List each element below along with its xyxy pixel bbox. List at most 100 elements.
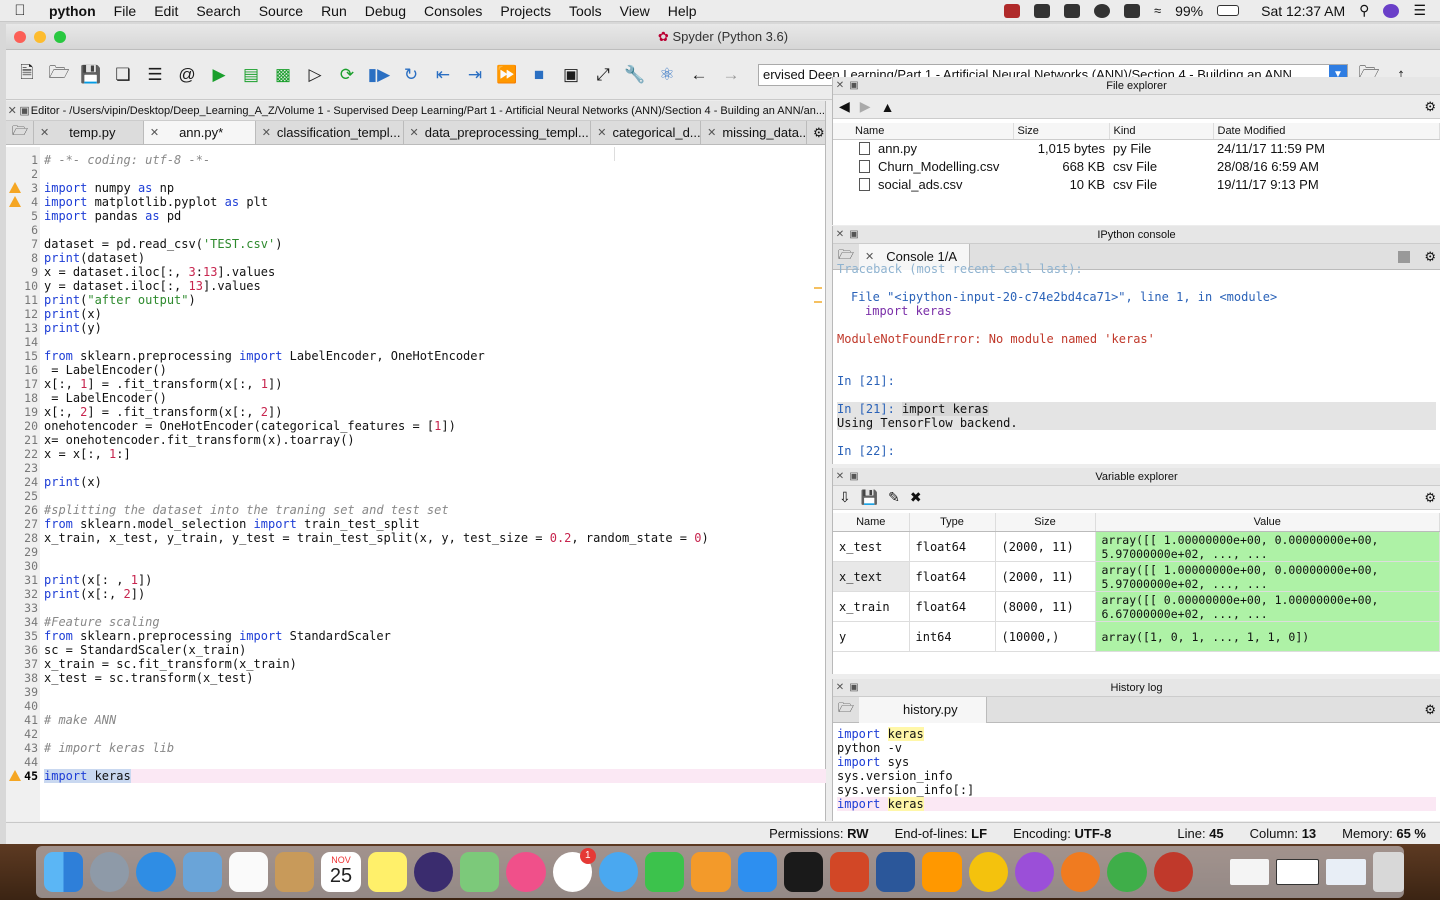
tab-classification-template[interactable]: ✕ classification_templ...: [256, 121, 404, 144]
minimized-window-1[interactable]: [1229, 859, 1270, 885]
save-data-icon[interactable]: 💾: [861, 489, 878, 506]
code-line[interactable]: print(x): [44, 307, 826, 321]
undock-pane-icon[interactable]: ▣: [18, 104, 30, 117]
browse-tabs-button[interactable]: 🗁: [6, 121, 34, 144]
code-line[interactable]: from sklearn.preprocessing import LabelE…: [44, 349, 826, 363]
code-line[interactable]: [44, 559, 826, 573]
tab-options-gear-icon[interactable]: ⚙: [807, 121, 825, 144]
python-path-icon[interactable]: ⚛: [654, 63, 680, 87]
code-line[interactable]: import keras: [44, 769, 826, 783]
preferences-wrench-icon[interactable]: 🔧: [622, 63, 648, 87]
history-text[interactable]: import keras python -v import sys sys.ve…: [833, 723, 1440, 815]
close-tab-icon[interactable]: ✕: [597, 126, 606, 139]
gear-icon[interactable]: ⚙: [1424, 99, 1436, 115]
box-icon[interactable]: [1033, 3, 1050, 18]
code-line[interactable]: x = dataset.iloc[:, 3:13].values: [44, 265, 826, 279]
undock-pane-icon[interactable]: ▣: [847, 471, 861, 482]
code-line[interactable]: from sklearn.preprocessing import Standa…: [44, 629, 826, 643]
code-line[interactable]: print(y): [44, 321, 826, 335]
photos-icon[interactable]: 1: [552, 848, 596, 892]
close-pane-icon[interactable]: ✕: [833, 471, 847, 482]
maps-icon[interactable]: [460, 852, 500, 892]
code-line[interactable]: = LabelEncoder(): [44, 363, 826, 377]
undock-pane-icon[interactable]: ▣: [847, 229, 861, 240]
code-line[interactable]: #splitting the dataset into the traning …: [44, 503, 826, 517]
col-size[interactable]: Size: [995, 513, 1096, 532]
code-line[interactable]: # -*- coding: utf-8 -*-: [44, 153, 826, 167]
close-tab-icon[interactable]: ✕: [410, 126, 419, 139]
warning-icon[interactable]: [9, 196, 21, 207]
menu-view[interactable]: View: [611, 3, 659, 19]
debug-icon[interactable]: ▮▶: [366, 63, 392, 87]
code-line[interactable]: x_train = sc.fit_transform(x_train): [44, 657, 826, 671]
menu-help[interactable]: Help: [659, 3, 706, 19]
tab-missing-data[interactable]: ✕ missing_data...: [701, 121, 807, 144]
step-return-icon[interactable]: ⇥: [462, 63, 488, 87]
code-line[interactable]: print(dataset): [44, 251, 826, 265]
close-tab-icon[interactable]: ✕: [707, 126, 716, 139]
tab-ann-py[interactable]: ✕ ann.py*: [143, 121, 256, 144]
variable-row[interactable]: y int64 (10000,) array([1, 0, 1, ..., 1,…: [833, 621, 1440, 652]
variable-row[interactable]: x_text float64 (2000, 11) array([[ 1.000…: [833, 561, 1440, 592]
col-date[interactable]: Date Modified: [1213, 123, 1440, 140]
code-line[interactable]: print(x[: , 1]): [44, 573, 826, 587]
at-icon[interactable]: @: [174, 63, 200, 87]
firefox-icon[interactable]: [1061, 852, 1101, 892]
console-output[interactable]: Traceback (most recent call last): File …: [833, 262, 1440, 458]
code-line[interactable]: [44, 489, 826, 503]
code-line[interactable]: x = x[:, 1:]: [44, 447, 826, 461]
messages-icon[interactable]: [598, 852, 639, 892]
music-icon[interactable]: [506, 852, 546, 892]
menu-search[interactable]: Search: [187, 3, 249, 19]
siri-icon[interactable]: [1383, 3, 1400, 18]
back-icon[interactable]: ◀: [839, 98, 850, 115]
undock-pane-icon[interactable]: ▣: [847, 80, 861, 91]
sublime-text-icon[interactable]: [922, 852, 962, 892]
code-line[interactable]: [44, 335, 826, 349]
open-folder-icon[interactable]: 🗁: [46, 63, 72, 87]
code-line[interactable]: #Feature scaling: [44, 615, 826, 629]
apple-icon[interactable]: : [0, 2, 40, 19]
fullscreen-icon[interactable]: ⤢: [590, 63, 616, 87]
code-line[interactable]: [44, 685, 826, 699]
siri-dock-icon[interactable]: [413, 852, 454, 892]
save-icon[interactable]: 💾: [78, 63, 104, 87]
stop-icon[interactable]: ■: [526, 63, 552, 87]
back-arrow-icon[interactable]: ←: [686, 63, 712, 87]
close-tab-icon[interactable]: ✕: [150, 126, 159, 139]
notification-center-icon[interactable]: ☰: [1413, 2, 1426, 19]
step-into-icon[interactable]: ⇤: [430, 63, 456, 87]
code-line[interactable]: [44, 167, 826, 181]
preview-icon[interactable]: [182, 852, 222, 892]
tab-categorical-data[interactable]: ✕ categorical_d...: [591, 121, 702, 144]
file-row[interactable]: Churn_Modelling.csv 668 KB csv File 28/0…: [833, 158, 1440, 176]
run-selection-icon[interactable]: ▷: [302, 63, 328, 87]
code-line[interactable]: [44, 601, 826, 615]
code-line[interactable]: [44, 461, 826, 475]
calendar-icon[interactable]: NOV 25: [321, 852, 361, 892]
safari-icon[interactable]: [136, 852, 176, 892]
code-area[interactable]: 1 2 3 4 5 6 7 8 9 10 11 12 13 14 15 16 17 18 19 20 21 22 23 24 2…: [6, 147, 826, 821]
menu-source[interactable]: Source: [250, 3, 312, 19]
close-pane-icon[interactable]: ✕: [6, 104, 18, 117]
col-name[interactable]: Name: [833, 123, 1014, 140]
col-value[interactable]: Value: [1095, 513, 1440, 532]
facetime-icon[interactable]: [645, 852, 685, 892]
remove-all-icon[interactable]: ✖: [910, 489, 922, 506]
trash-icon[interactable]: [1372, 852, 1404, 892]
rerun-icon[interactable]: ⟳: [334, 63, 360, 87]
clock[interactable]: Sat 12:37 AM: [1261, 3, 1345, 19]
code-line[interactable]: = LabelEncoder(): [44, 391, 826, 405]
tab-history-py[interactable]: history.py: [859, 696, 987, 723]
powerpoint-icon[interactable]: [829, 852, 870, 892]
gear-icon[interactable]: ⚙: [1424, 490, 1436, 506]
menu-projects[interactable]: Projects: [491, 3, 560, 19]
col-size[interactable]: Size: [1013, 123, 1110, 140]
tab-temp-py[interactable]: ✕ temp.py: [34, 121, 144, 144]
forward-icon[interactable]: ▶: [860, 98, 871, 115]
code-line[interactable]: x[:, 2] = .fit_transform(x[:, 2]): [44, 405, 826, 419]
code-line[interactable]: [44, 755, 826, 769]
col-type[interactable]: Type: [909, 513, 996, 532]
maximize-pane-icon[interactable]: ▣: [558, 63, 584, 87]
code-text[interactable]: # -*- coding: utf-8 -*- import numpy as n…: [40, 147, 826, 821]
